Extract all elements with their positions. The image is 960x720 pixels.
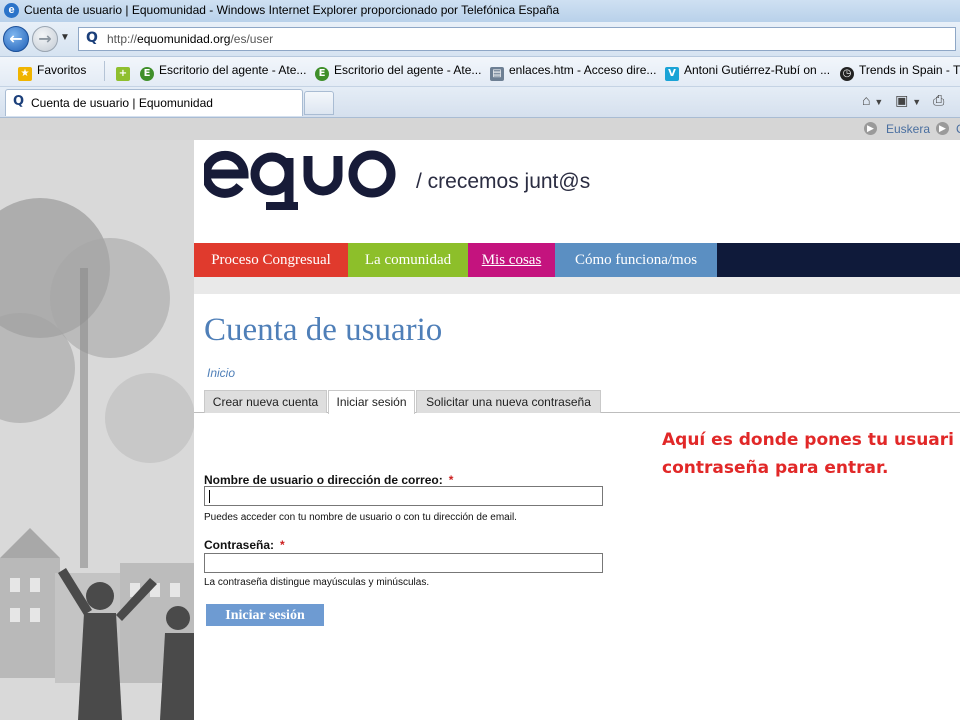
favorite-link-2[interactable]: E Escritorio del agente - Ate... (315, 63, 481, 81)
language-link-euskera[interactable]: Euskera (886, 122, 930, 136)
page-viewport: ▶ Euskera ▶ C / crecemos junt@ (0, 118, 960, 720)
password-help: La contraseña distingue mayúsculas y min… (204, 577, 430, 588)
window-titlebar: e Cuenta de usuario | Equomunidad - Wind… (0, 0, 960, 23)
favorites-button[interactable]: ★ Favoritos (18, 63, 86, 81)
rss-feed-icon[interactable]: ▣ (895, 92, 908, 108)
forward-button[interactable]: → (32, 26, 58, 52)
required-marker: * (448, 473, 454, 487)
address-bar[interactable]: Q http://equomunidad.org/es/user (78, 27, 956, 51)
new-tab-button[interactable] (304, 91, 334, 115)
site-tagline: / crecemos junt@s (416, 170, 591, 193)
menu-item-como-funciona[interactable]: Cómo funciona/mos (555, 243, 717, 277)
site-header: / crecemos junt@s (194, 140, 960, 243)
menu-item-mis-cosas[interactable]: Mis cosas (468, 243, 555, 277)
breadcrumb[interactable]: Inicio (207, 366, 235, 380)
add-favorite-icon[interactable]: + (116, 63, 135, 81)
toolbar-separator (104, 61, 105, 81)
site-favicon-icon: Q (86, 30, 98, 46)
language-link-other[interactable]: C (956, 122, 960, 136)
e-site-icon: E (315, 67, 329, 81)
command-bar: ⌂ ▼ ▣ ▼ ⎙ (862, 92, 944, 109)
text-cursor (209, 490, 210, 503)
chevron-down-icon[interactable]: ▼ (874, 97, 883, 107)
user-tabs: Crear nueva cuenta Iniciar sesión Solici… (194, 388, 960, 414)
browser-tab-row: Q Cuenta de usuario | Equomunidad ⌂ ▼ ▣ … (0, 87, 960, 118)
annotation-note: Aquí es donde pones tu usuari contraseña… (662, 426, 954, 482)
password-input[interactable] (204, 553, 603, 573)
address-domain: equomunidad.org (137, 32, 231, 46)
print-icon[interactable]: ⎙ (933, 92, 944, 108)
menu-item-la-comunidad[interactable]: La comunidad (348, 243, 468, 277)
favorite-link-1[interactable]: E Escritorio del agente - Ate... (140, 63, 306, 81)
chevron-right-icon: ▶ (936, 122, 949, 135)
tab-nueva-contrasena[interactable]: Solicitar una nueva contraseña (416, 390, 601, 413)
username-help: Puedes acceder con tu nombre de usuario … (204, 512, 517, 523)
address-url[interactable]: http://equomunidad.org/es/user (107, 32, 273, 46)
favorite-link-4[interactable]: V Antoni Gutiérrez-Rubí on ... (665, 63, 830, 81)
site-content: / crecemos junt@s Proceso Congresual La … (194, 140, 960, 720)
tab-iniciar-sesion[interactable]: Iniciar sesión (328, 390, 415, 414)
favorite-link-5[interactable]: ◷ Trends in Spain - T (840, 63, 960, 81)
clock-icon: ◷ (840, 67, 854, 81)
browser-tab-active[interactable]: Q Cuenta de usuario | Equomunidad (5, 89, 303, 116)
menu-item-proceso-congresual[interactable]: Proceso Congresual (194, 243, 348, 277)
site-favicon-icon: Q (13, 94, 25, 109)
favorites-bar: ★ Favoritos + E Escritorio del agente - At… (0, 57, 960, 87)
background-illustration (0, 118, 194, 720)
vimeo-icon: V (665, 67, 679, 81)
favorite-link-3[interactable]: ▤ enlaces.htm - Acceso dire... (490, 63, 656, 81)
required-marker: * (280, 538, 285, 552)
e-site-icon: E (140, 67, 154, 81)
username-label: Nombre de usuario o dirección de correo:… (204, 473, 454, 487)
chevron-down-icon[interactable]: ▼ (912, 97, 921, 107)
password-label: Contraseña: * (204, 538, 285, 552)
username-input[interactable] (204, 486, 603, 506)
language-bar: ▶ Euskera ▶ C (0, 118, 960, 140)
internet-explorer-icon: e (4, 3, 19, 18)
star-icon: ★ (18, 67, 32, 81)
star-add-icon: + (116, 67, 130, 81)
tab-crear-cuenta[interactable]: Crear nueva cuenta (204, 390, 327, 413)
navigation-bar: ← → ▼ Q http://equomunidad.org/es/user (0, 22, 960, 57)
history-dropdown-icon[interactable]: ▼ (60, 32, 70, 43)
page-title: Cuenta de usuario (204, 312, 443, 348)
main-menu: Proceso Congresual La comunidad Mis cosa… (194, 243, 960, 277)
document-icon: ▤ (490, 67, 504, 81)
login-submit-button[interactable]: Iniciar sesión (206, 604, 324, 626)
annotation-line-2: contraseña para entrar. (662, 458, 889, 478)
header-divider (194, 277, 960, 294)
chevron-right-icon: ▶ (864, 122, 877, 135)
annotation-line-1: Aquí es donde pones tu usuari (662, 430, 954, 450)
equo-logo[interactable] (204, 148, 400, 214)
window-title: Cuenta de usuario | Equomunidad - Window… (24, 3, 560, 17)
browser-tab-label: Cuenta de usuario | Equomunidad (31, 96, 213, 110)
back-button[interactable]: ← (3, 26, 29, 52)
home-icon[interactable]: ⌂ (862, 92, 870, 108)
